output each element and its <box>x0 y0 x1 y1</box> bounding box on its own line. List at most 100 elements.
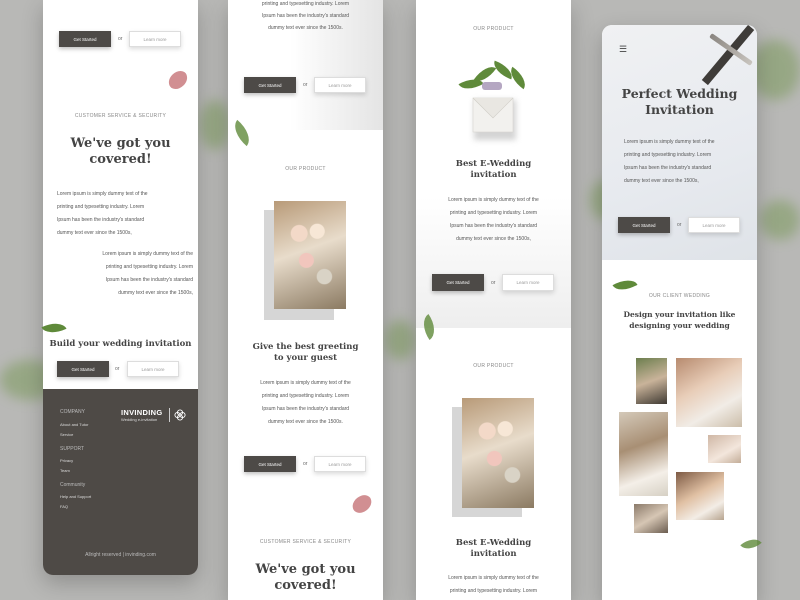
section-title: Give the best greeting to your guest <box>228 342 383 364</box>
footer-heading: SUPPORT <box>60 446 85 452</box>
text-line: dummy text ever since the 1500s, <box>624 178 699 184</box>
learn-more-button[interactable]: Learn more <box>127 361 179 377</box>
brand-logo: INVINDING Wedding e-invitation <box>121 408 162 422</box>
text-line: Lorem ipsum is simply dummy text of the <box>448 197 539 203</box>
hero-title: Perfect Wedding Invitation <box>602 86 757 118</box>
text-line: Ipsum has been the industry's standard <box>261 13 350 19</box>
text-line: Ipsum has been the industry's standard <box>449 223 538 229</box>
learn-more-button[interactable]: Learn more <box>314 456 366 472</box>
client-photo <box>676 358 742 427</box>
client-photo <box>708 435 741 463</box>
section-title: We've got you covered! <box>43 136 198 168</box>
flower-sticker <box>482 82 502 90</box>
copyright: Allright reserved | invinding.com <box>85 552 156 558</box>
client-photo <box>676 472 724 520</box>
title-line: Perfect Wedding <box>621 86 738 101</box>
client-photo <box>636 358 667 404</box>
body-text: Lorem ipsum is simply dummy text of the … <box>57 188 191 240</box>
section-tag: OUR PRODUCT <box>473 363 514 369</box>
footer: COMPANY About and Tutor Service SUPPORT … <box>43 389 198 575</box>
title-line: covered! <box>274 578 337 593</box>
learn-more-button[interactable]: Learn more <box>502 274 554 291</box>
learn-more-button[interactable]: Learn more <box>314 77 366 93</box>
section-title: Design your invitation like designing yo… <box>602 309 757 331</box>
title-line: Best E-Wedding <box>455 159 532 169</box>
title-line: invitation <box>470 549 517 559</box>
text-line: printing and typesetting industry. Lorem <box>261 1 350 7</box>
text-line: Lorem ipsum is simply dummy text of the <box>102 251 193 257</box>
title-line: covered! <box>89 152 152 167</box>
text-line: Ipsum has been the industry's standard <box>261 406 350 412</box>
section-tag: OUR PRODUCT <box>473 26 514 32</box>
title-line: Invitation <box>645 102 714 117</box>
section-title: Best E-Wedding invitation <box>416 159 571 181</box>
text-line: Ipsum has been the industry's standard <box>57 217 145 223</box>
body-text: Lorem ipsum is simply dummy text of the … <box>416 194 571 246</box>
or-text: or <box>115 366 120 372</box>
brand-mark-icon <box>174 409 186 421</box>
footer-link[interactable]: FAQ <box>60 504 68 509</box>
or-text: or <box>677 222 682 228</box>
learn-more-button[interactable]: Learn more <box>129 31 181 47</box>
title-line: We've got you <box>255 562 356 577</box>
get-started-button[interactable]: Get Started <box>618 217 670 233</box>
text-line: Lorem ipsum is simply dummy text of the <box>624 139 715 145</box>
plant-illustration <box>452 60 532 100</box>
title-line: Give the best greeting <box>252 342 359 352</box>
get-started-button[interactable]: Get Started <box>432 274 484 291</box>
text-line: printing and typesetting industry. Lorem <box>57 204 145 210</box>
body-text: Lorem ipsum is simply dummy text of the … <box>416 572 571 598</box>
footer-link[interactable]: Team <box>60 468 70 473</box>
or-text: or <box>303 461 308 467</box>
menu-icon[interactable]: ☰ <box>619 44 627 55</box>
body-text: Lorem ipsum is simply dummy text of the … <box>53 248 193 300</box>
text-line: dummy text ever since the 1500s. <box>268 419 343 425</box>
body-text: printing and typesetting industry. Lorem… <box>228 0 383 34</box>
footer-link[interactable]: Service <box>60 432 73 437</box>
footer-link[interactable]: About and Tutor <box>60 422 88 427</box>
text-line: Lorem ipsum is simply dummy text of the <box>448 575 539 581</box>
or-text: or <box>303 82 308 88</box>
get-started-button[interactable]: Get Started <box>244 77 296 93</box>
or-text: or <box>491 280 496 286</box>
mockup-screen-3: OUR PRODUCT Best E-Wedding invitation Lo… <box>416 0 571 600</box>
text-line: dummy text ever since the 1500s, <box>118 290 193 296</box>
get-started-button[interactable]: Get Started <box>57 361 109 377</box>
wedding-table-photo <box>462 398 534 508</box>
wedding-table-photo <box>274 201 346 309</box>
pen-decoration <box>701 25 757 86</box>
build-title: Build your wedding invitation <box>49 339 192 349</box>
footer-link[interactable]: Privacy <box>60 458 73 463</box>
text-line: printing and typesetting industry. Lorem <box>261 393 350 399</box>
text-line: printing and typesetting industry. Lorem <box>624 152 712 158</box>
or-text: or <box>118 36 123 42</box>
section-title: Best E-Wedding invitation <box>416 538 571 560</box>
client-photo <box>619 412 668 496</box>
title-line: We've got you <box>70 136 171 151</box>
text-line: Ipsum has been the industry's standard <box>105 277 193 283</box>
brand-divider <box>169 408 170 422</box>
text-line: dummy text ever since the 1500s. <box>268 25 343 31</box>
text-line: printing and typesetting industry. Lorem <box>105 264 193 270</box>
client-photo <box>634 504 668 533</box>
title-line: Design your invitation like <box>623 310 736 319</box>
title-line: to your guest <box>273 353 338 363</box>
bg-leaf-blur <box>200 100 230 150</box>
mockup-screen-4: ☰ Perfect Wedding Invitation Lorem ipsum… <box>602 25 757 600</box>
section-tag: OUR CLIENT WEDDING <box>648 293 711 299</box>
text-line: printing and typesetting industry. Lorem <box>449 210 538 216</box>
text-line: Ipsum has been the industry's standard <box>624 165 712 171</box>
learn-more-button[interactable]: Learn more <box>688 217 740 233</box>
body-text: Lorem ipsum is simply dummy text of the … <box>624 136 754 188</box>
text-line: dummy text ever since the 1500s, <box>57 230 132 236</box>
brand-subtitle: Wedding e-invitation <box>121 417 158 422</box>
footer-heading: Community <box>60 482 86 488</box>
get-started-button[interactable]: Get Started <box>244 456 296 472</box>
bg-leaf-blur <box>750 40 800 100</box>
text-line: Lorem ipsum is simply dummy text of the <box>57 191 148 197</box>
section-tag: OUR PRODUCT <box>285 166 326 172</box>
title-line: invitation <box>470 170 517 180</box>
get-started-button[interactable]: Get Started <box>59 31 111 47</box>
footer-link[interactable]: Help and Support <box>60 494 91 499</box>
bg-leaf-blur <box>385 320 415 360</box>
